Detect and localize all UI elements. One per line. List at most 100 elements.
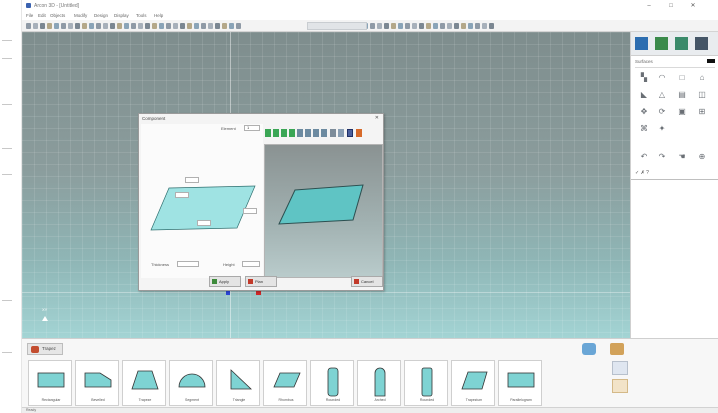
shape-card[interactable]: Rounded — [404, 360, 448, 406]
toolbar-button-13[interactable] — [110, 23, 115, 29]
menu-display[interactable]: Display — [114, 13, 129, 18]
shape-card[interactable]: Rounded — [310, 360, 354, 406]
toolbar-button-14[interactable] — [117, 23, 122, 29]
wall-tool-icon[interactable]: ▚ — [639, 73, 649, 83]
dimension-a-field[interactable] — [185, 177, 199, 183]
toolbar-button-7[interactable] — [68, 23, 73, 29]
toolbar-button-1[interactable] — [26, 23, 31, 29]
roof-tool-icon[interactable]: △ — [657, 90, 667, 100]
arc-tool-icon[interactable]: ◠ — [657, 73, 667, 83]
attach-tool-icon[interactable]: ⊞ — [697, 107, 707, 117]
shape-card[interactable]: Triangle — [216, 360, 260, 406]
shape-card[interactable]: Trapezium — [451, 360, 495, 406]
dialog-tool-10-icon[interactable] — [338, 129, 344, 137]
dialog-3d-preview[interactable] — [264, 144, 383, 278]
toolbar-button-20[interactable] — [159, 23, 164, 29]
tab-design-icon[interactable] — [635, 37, 648, 50]
color-swatch[interactable] — [707, 59, 715, 63]
dialog-close-button[interactable]: ✕ — [375, 115, 379, 121]
toolbar-button-51[interactable] — [440, 23, 445, 29]
toolbar-button-16[interactable] — [131, 23, 136, 29]
toolbar-button-2[interactable] — [33, 23, 38, 29]
toolbar-button-41[interactable] — [370, 23, 375, 29]
toolbar-button-57[interactable] — [482, 23, 487, 29]
toolbar-button-5[interactable] — [54, 23, 59, 29]
railing-tool-icon[interactable]: ▤ — [677, 90, 687, 100]
toolbar-button-11[interactable] — [96, 23, 101, 29]
dialog-tool-1-icon[interactable] — [265, 129, 271, 137]
element-field[interactable]: 1 — [244, 125, 260, 131]
plan-button[interactable]: Plan — [245, 276, 277, 287]
toolbar-button-42[interactable] — [377, 23, 382, 29]
move-tool-icon[interactable]: ✥ — [639, 107, 649, 117]
dialog-tool-3-icon[interactable] — [281, 129, 287, 137]
thickness-field[interactable] — [177, 261, 199, 267]
catalog-zoom-in-button[interactable] — [612, 361, 628, 375]
toolbar-button-48[interactable] — [419, 23, 424, 29]
toolbar-button-8[interactable] — [75, 23, 80, 29]
shape-card[interactable]: Parallelogram — [498, 360, 542, 406]
menu-design[interactable]: Design — [94, 13, 108, 18]
menu-modify[interactable]: Modify — [74, 13, 87, 18]
toolbar-button-28[interactable] — [215, 23, 220, 29]
cancel-button[interactable]: Cancel — [351, 276, 383, 287]
shape-card[interactable]: Trapeze — [122, 360, 166, 406]
dialog-tool-9-icon[interactable] — [330, 129, 336, 137]
shape-card[interactable]: Rectangular — [28, 360, 72, 406]
dialog-tool-7-icon[interactable] — [313, 129, 319, 137]
beam-tool-icon[interactable]: ◫ — [697, 90, 707, 100]
toolbar-button-22[interactable] — [173, 23, 178, 29]
catalog-scroll-button[interactable] — [612, 379, 628, 393]
toolbar-button-53[interactable] — [454, 23, 459, 29]
catalog-folder-icon[interactable] — [610, 343, 624, 355]
toolbar-button-30[interactable] — [229, 23, 234, 29]
menu-file[interactable]: File — [26, 13, 33, 18]
toolbar-button-18[interactable] — [145, 23, 150, 29]
shape-card[interactable]: Arched — [357, 360, 401, 406]
light-tool-icon[interactable]: ✦ — [657, 124, 667, 134]
toolbar-button-52[interactable] — [447, 23, 452, 29]
menu-tools[interactable]: Tools — [136, 13, 147, 18]
shape-card[interactable]: Bevelled — [75, 360, 119, 406]
shape-tool-icon[interactable]: ⌂ — [697, 73, 707, 83]
dialog-tool-selected-icon[interactable] — [347, 129, 353, 137]
toolbar-button-46[interactable] — [405, 23, 410, 29]
dimension-c-field[interactable] — [243, 208, 257, 214]
stair-tool-icon[interactable]: ◣ — [639, 90, 649, 100]
maximize-button[interactable]: □ — [664, 1, 678, 11]
box-tool-icon[interactable]: □ — [677, 73, 687, 83]
toolbar-button-29[interactable] — [222, 23, 227, 29]
menu-objects[interactable]: Objects — [50, 13, 65, 18]
toolbar-button-26[interactable] — [201, 23, 206, 29]
close-window-button[interactable]: ✕ — [686, 1, 700, 11]
toolbar-button-55[interactable] — [468, 23, 473, 29]
toolbar-button-50[interactable] — [433, 23, 438, 29]
toolbar-button-17[interactable] — [138, 23, 143, 29]
origin-red-handle[interactable] — [256, 291, 261, 295]
dialog-tool-back-icon[interactable] — [356, 129, 362, 137]
toolbar-button-31[interactable] — [236, 23, 241, 29]
view-dropdown[interactable] — [307, 22, 367, 30]
rotate-tool-icon[interactable]: ⟳ — [657, 107, 667, 117]
toolbar-button-21[interactable] — [166, 23, 171, 29]
menu-help[interactable]: Help — [154, 13, 163, 18]
catalog-tab[interactable]: Trapez — [27, 343, 63, 355]
menu-edit[interactable]: Edit — [38, 13, 46, 18]
tab-plants-icon[interactable] — [675, 37, 688, 50]
height-field[interactable] — [242, 261, 260, 267]
dialog-tool-4-icon[interactable] — [289, 129, 295, 137]
toolbar-button-43[interactable] — [384, 23, 389, 29]
toolbar-button-9[interactable] — [82, 23, 87, 29]
dimension-d-field[interactable] — [197, 220, 211, 226]
dialog-tool-8-icon[interactable] — [321, 129, 327, 137]
toolbar-button-44[interactable] — [391, 23, 396, 29]
toolbar-button-47[interactable] — [412, 23, 417, 29]
toolbar-button-25[interactable] — [194, 23, 199, 29]
toolbar-button-24[interactable] — [187, 23, 192, 29]
toolbar-button-19[interactable] — [152, 23, 157, 29]
origin-blue-handle[interactable] — [226, 291, 230, 295]
shape-card[interactable]: Segment — [169, 360, 213, 406]
toolbar-button-56[interactable] — [475, 23, 480, 29]
toolbar-button-10[interactable] — [89, 23, 94, 29]
shape-card[interactable]: Rhombus — [263, 360, 307, 406]
